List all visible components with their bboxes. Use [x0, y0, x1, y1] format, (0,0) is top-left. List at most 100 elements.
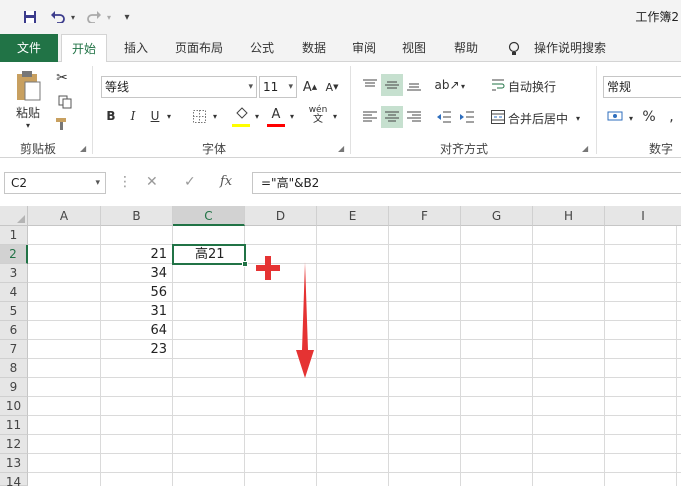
row-header-10[interactable]: 10: [0, 397, 28, 416]
tab-page-layout[interactable]: 页面布局: [168, 34, 230, 62]
cell-b7[interactable]: 23: [101, 340, 173, 359]
gridline: [28, 453, 681, 454]
column-header-f[interactable]: F: [389, 206, 461, 226]
name-box[interactable]: C2 ▾: [4, 172, 106, 194]
align-left-icon[interactable]: [359, 106, 381, 128]
font-launcher-icon[interactable]: ◢: [338, 144, 344, 153]
row-header-11[interactable]: 11: [0, 416, 28, 435]
font-size-select[interactable]: 11 ▾: [259, 76, 297, 98]
column-header-d[interactable]: D: [245, 206, 317, 226]
row-header-1[interactable]: 1: [0, 226, 28, 245]
cell-b2[interactable]: 21: [101, 245, 173, 264]
alignment-launcher-icon[interactable]: ◢: [582, 144, 588, 153]
redo-icon[interactable]: [84, 7, 104, 27]
column-header-i[interactable]: I: [605, 206, 681, 226]
increase-font-icon[interactable]: A ▲: [300, 76, 320, 98]
column-header-b[interactable]: B: [101, 206, 173, 226]
undo-icon[interactable]: [48, 7, 68, 27]
bold-button[interactable]: B: [103, 106, 119, 126]
font-color-swatch: [267, 124, 285, 127]
cell-b6[interactable]: 64: [101, 321, 173, 340]
tab-home[interactable]: 开始: [61, 34, 107, 63]
accounting-dropdown-icon[interactable]: ▾: [626, 108, 636, 128]
insert-function-icon[interactable]: fx: [220, 174, 232, 189]
checkmark-icon[interactable]: ✓: [184, 174, 196, 190]
merge-center-dropdown-icon[interactable]: ▾: [572, 108, 584, 128]
row-header-7[interactable]: 7: [0, 340, 28, 359]
save-icon[interactable]: [20, 7, 40, 27]
undo-dropdown-icon[interactable]: ▾: [68, 7, 78, 27]
clipboard-launcher-icon[interactable]: ◢: [80, 144, 86, 153]
orientation-dropdown-icon[interactable]: ▾: [458, 76, 468, 96]
phonetic-dropdown-icon[interactable]: ▾: [330, 106, 340, 126]
decrease-indent-icon[interactable]: [433, 106, 455, 128]
comma-style-icon[interactable]: ,: [662, 106, 681, 128]
fill-color-dropdown-icon[interactable]: ▾: [252, 106, 262, 126]
merge-center-icon[interactable]: [488, 106, 508, 128]
row-header-3[interactable]: 3: [0, 264, 28, 283]
align-right-icon[interactable]: [403, 106, 425, 128]
copy-icon[interactable]: [52, 92, 78, 112]
row-header-13[interactable]: 13: [0, 454, 28, 473]
merge-center-button[interactable]: 合并后居中: [508, 108, 570, 128]
align-middle-icon[interactable]: [381, 74, 403, 96]
borders-dropdown-icon[interactable]: ▾: [210, 106, 220, 126]
column-header-e[interactable]: E: [317, 206, 389, 226]
align-bottom-icon[interactable]: [403, 74, 425, 96]
redo-dropdown-icon[interactable]: ▾: [104, 7, 114, 27]
column-header-h[interactable]: H: [533, 206, 605, 226]
row-header-14[interactable]: 14: [0, 473, 28, 486]
align-center-icon[interactable]: [381, 106, 403, 128]
underline-dropdown-icon[interactable]: ▾: [164, 106, 174, 126]
tab-formulas[interactable]: 公式: [242, 34, 282, 62]
number-format-select[interactable]: 常规: [603, 76, 681, 98]
row-header-5[interactable]: 5: [0, 302, 28, 321]
percent-button[interactable]: %: [640, 106, 658, 128]
customize-quick-access-icon[interactable]: ▾: [120, 7, 134, 27]
row-header-12[interactable]: 12: [0, 435, 28, 454]
cell-b3[interactable]: 34: [101, 264, 173, 283]
fill-handle[interactable]: [242, 261, 248, 267]
cancel-icon[interactable]: ✕: [146, 174, 158, 190]
cell-b4[interactable]: 56: [101, 283, 173, 302]
underline-button[interactable]: U: [147, 106, 163, 126]
tab-view[interactable]: 视图: [394, 34, 434, 62]
fill-color-icon[interactable]: [232, 104, 252, 124]
wrap-text-icon[interactable]: [488, 74, 508, 96]
tab-review[interactable]: 审阅: [344, 34, 384, 62]
decrease-font-icon[interactable]: A ▼: [322, 76, 342, 98]
format-painter-icon[interactable]: [52, 114, 72, 134]
italic-button[interactable]: I: [125, 106, 141, 126]
row-header-4[interactable]: 4: [0, 283, 28, 302]
row-header-6[interactable]: 6: [0, 321, 28, 340]
gridline: [676, 226, 677, 486]
tab-file[interactable]: 文件: [0, 34, 58, 62]
row-header-2[interactable]: 2: [0, 245, 28, 264]
font-name-select[interactable]: 等线 ▾: [101, 76, 257, 98]
row-header-8[interactable]: 8: [0, 359, 28, 378]
formula-input[interactable]: ="高"&B2: [252, 172, 681, 194]
wrap-text-button[interactable]: 自动换行: [508, 76, 560, 96]
font-color-icon[interactable]: A: [266, 104, 286, 124]
cell-b5[interactable]: 31: [101, 302, 173, 321]
accounting-format-icon[interactable]: [604, 106, 626, 128]
column-header-c[interactable]: C: [173, 206, 245, 226]
increase-indent-icon[interactable]: [456, 106, 478, 128]
paste-dropdown-icon[interactable]: ▾: [22, 120, 34, 130]
tab-insert[interactable]: 插入: [116, 34, 156, 62]
font-color-dropdown-icon[interactable]: ▾: [287, 106, 297, 126]
paste-button[interactable]: 粘贴: [10, 104, 46, 120]
column-header-a[interactable]: A: [28, 206, 101, 226]
column-header-g[interactable]: G: [461, 206, 533, 226]
paste-icon[interactable]: [10, 68, 46, 104]
select-all-button[interactable]: [0, 206, 28, 226]
tab-help[interactable]: 帮助: [446, 34, 486, 62]
align-top-icon[interactable]: [359, 74, 381, 96]
borders-icon[interactable]: [188, 106, 210, 126]
row-header-9[interactable]: 9: [0, 378, 28, 397]
cut-icon[interactable]: ✂: [52, 68, 72, 88]
orientation-icon[interactable]: ab↗: [434, 74, 459, 96]
phonetic-guide-icon[interactable]: wén 文: [306, 104, 330, 126]
tell-me-search[interactable]: 操作说明搜索: [528, 34, 612, 62]
tab-data[interactable]: 数据: [294, 34, 334, 62]
